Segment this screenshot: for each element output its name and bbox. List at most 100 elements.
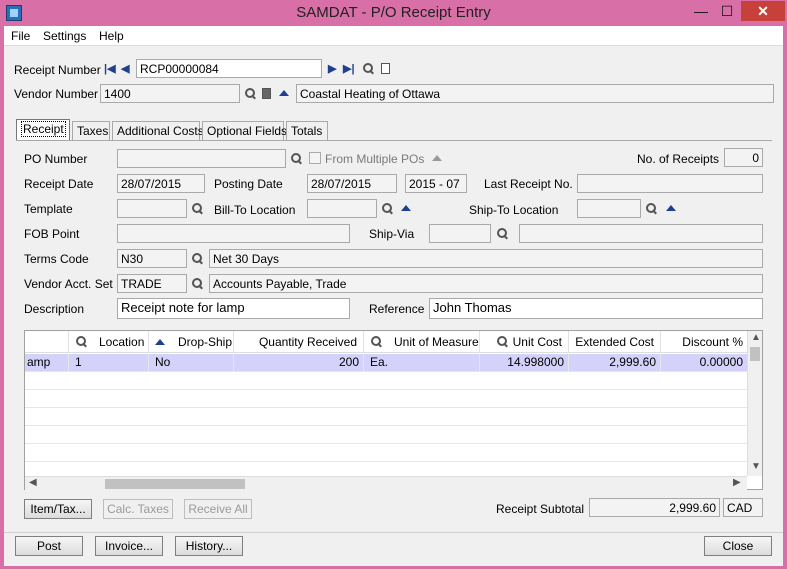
receipt-date-input[interactable]: 28/07/2015 xyxy=(117,174,205,193)
vendor-search-icon[interactable] xyxy=(244,88,256,100)
empty-row[interactable] xyxy=(25,372,747,390)
drop-ship-zoom-icon[interactable] xyxy=(155,339,165,345)
quantity-header-label: Quantity Received xyxy=(258,335,357,349)
horizontal-scroll-thumb[interactable] xyxy=(105,479,245,489)
search-icon[interactable] xyxy=(362,63,374,75)
ship-via-description xyxy=(519,224,763,243)
receipt-date-label: Receipt Date xyxy=(24,177,94,191)
location-header-label: Location xyxy=(99,335,145,349)
acct-set-search-icon[interactable] xyxy=(191,278,203,290)
empty-row[interactable] xyxy=(25,408,747,426)
terms-code-input[interactable]: N30 xyxy=(117,249,187,268)
vendor-number-input[interactable]: 1400 xyxy=(100,84,240,103)
template-input[interactable] xyxy=(117,199,187,218)
posting-date-input[interactable]: 28/07/2015 xyxy=(307,174,397,193)
vendor-zoom-icon[interactable] xyxy=(279,90,289,96)
empty-row[interactable] xyxy=(25,444,747,462)
ship-to-search-icon[interactable] xyxy=(645,203,657,215)
last-receipt-no-label: Last Receipt No. xyxy=(484,177,573,191)
empty-row[interactable] xyxy=(25,390,747,408)
template-search-icon[interactable] xyxy=(191,203,203,215)
cell-uom[interactable]: Ea. xyxy=(364,354,480,372)
terms-search-icon[interactable] xyxy=(191,253,203,265)
close-window-button[interactable]: ✕ xyxy=(741,1,785,21)
fob-point-input[interactable] xyxy=(117,224,350,243)
cell-unit-cost[interactable]: 14.998000 xyxy=(480,354,569,372)
grid-header-extended-cost[interactable]: Extended Cost xyxy=(569,331,661,353)
invoice-button[interactable]: Invoice... xyxy=(95,536,163,556)
ship-to-location-input[interactable] xyxy=(577,199,641,218)
post-button[interactable]: Post xyxy=(15,536,83,556)
table-row[interactable]: amp 1 No 200 Ea. 14.998000 2,999.60 0.00… xyxy=(25,354,747,372)
history-button[interactable]: History... xyxy=(175,536,243,556)
tab-receipt[interactable]: Receipt xyxy=(16,119,70,141)
grid-header-unit-cost[interactable]: Unit Cost xyxy=(480,331,569,353)
previous-record-icon[interactable]: ◀ xyxy=(121,62,129,75)
vendor-number-label: Vendor Number xyxy=(14,87,99,101)
receive-all-button[interactable]: Receive All xyxy=(184,499,252,519)
horizontal-scrollbar[interactable]: ◀ ▶ xyxy=(25,476,747,490)
unit-cost-search-icon[interactable] xyxy=(496,336,508,348)
cell-quantity[interactable]: 200 xyxy=(234,354,364,372)
ship-to-zoom-icon[interactable] xyxy=(666,205,676,211)
location-search-icon[interactable] xyxy=(75,336,87,348)
po-number-input[interactable] xyxy=(117,149,286,168)
menu-help[interactable]: Help xyxy=(99,29,124,43)
vendor-document-icon[interactable] xyxy=(262,88,271,99)
scroll-right-icon[interactable]: ▶ xyxy=(733,477,741,488)
empty-row[interactable] xyxy=(25,426,747,444)
grid-header-location[interactable]: Location xyxy=(69,331,149,353)
menu-file[interactable]: File xyxy=(11,29,30,43)
uom-search-icon[interactable] xyxy=(370,336,382,348)
cell-location[interactable]: 1 xyxy=(69,354,149,372)
grid-header-quantity[interactable]: Quantity Received xyxy=(234,331,364,353)
grid-header-item[interactable] xyxy=(25,331,69,353)
grid-header-uom[interactable]: Unit of Measure xyxy=(364,331,480,353)
maximize-button[interactable]: ☐ xyxy=(714,1,740,21)
tab-totals[interactable]: Totals xyxy=(286,121,328,140)
vertical-scroll-thumb[interactable] xyxy=(750,347,760,361)
vertical-scrollbar[interactable]: ▲ ▼ xyxy=(747,331,762,476)
bill-to-zoom-icon[interactable] xyxy=(401,205,411,211)
tab-taxes[interactable]: Taxes xyxy=(72,121,110,140)
vendor-name-field: Coastal Heating of Ottawa xyxy=(296,84,774,103)
ship-via-input[interactable] xyxy=(429,224,491,243)
calc-taxes-button[interactable]: Calc. Taxes xyxy=(103,499,173,519)
minimize-button[interactable]: — xyxy=(688,1,714,21)
first-record-icon[interactable]: |◀ xyxy=(104,62,116,75)
cell-extended-cost[interactable]: 2,999.60 xyxy=(569,354,661,372)
bill-to-location-input[interactable] xyxy=(307,199,377,218)
scroll-down-icon[interactable]: ▼ xyxy=(751,461,761,472)
bill-to-search-icon[interactable] xyxy=(381,203,393,215)
cell-item[interactable]: amp xyxy=(25,354,69,372)
vendor-acct-set-description: Accounts Payable, Trade xyxy=(209,274,763,293)
grid-header-drop-ship[interactable]: Drop-Ship xyxy=(149,331,234,353)
tab-additional-costs[interactable]: Additional Costs xyxy=(112,121,204,140)
description-input[interactable]: Receipt note for lamp xyxy=(117,298,350,319)
tab-receipt-label: Receipt xyxy=(21,121,66,137)
menu-settings[interactable]: Settings xyxy=(43,29,86,43)
drop-ship-header-label: Drop-Ship xyxy=(178,335,233,349)
no-of-receipts-label: No. of Receipts xyxy=(637,152,720,166)
next-record-icon[interactable]: ▶ xyxy=(328,62,336,75)
ship-via-search-icon[interactable] xyxy=(496,228,508,240)
grid-header-discount[interactable]: Discount % xyxy=(661,331,747,353)
cell-discount[interactable]: 0.00000 xyxy=(661,354,747,372)
vendor-acct-set-input[interactable]: TRADE xyxy=(117,274,187,293)
po-search-icon[interactable] xyxy=(290,153,302,165)
new-document-icon[interactable] xyxy=(381,63,390,74)
scroll-up-icon[interactable]: ▲ xyxy=(751,332,761,343)
cell-drop-ship[interactable]: No xyxy=(149,354,234,372)
receipt-number-input[interactable]: RCP00000084 xyxy=(136,59,322,78)
multiple-pos-zoom-icon[interactable] xyxy=(432,155,442,161)
scroll-left-icon[interactable]: ◀ xyxy=(29,477,37,488)
close-button[interactable]: Close xyxy=(704,536,772,556)
from-multiple-pos-checkbox[interactable] xyxy=(309,152,321,164)
detail-grid[interactable]: Location Drop-Ship Quantity Received Uni… xyxy=(24,330,763,490)
tab-optional-fields[interactable]: Optional Fields xyxy=(202,121,287,140)
receipt-subtotal-label: Receipt Subtotal xyxy=(496,502,585,516)
last-record-icon[interactable]: ▶| xyxy=(343,62,355,75)
po-number-label: PO Number xyxy=(24,152,88,166)
item-tax-button[interactable]: Item/Tax... xyxy=(24,499,92,519)
reference-input[interactable]: John Thomas xyxy=(429,298,763,319)
